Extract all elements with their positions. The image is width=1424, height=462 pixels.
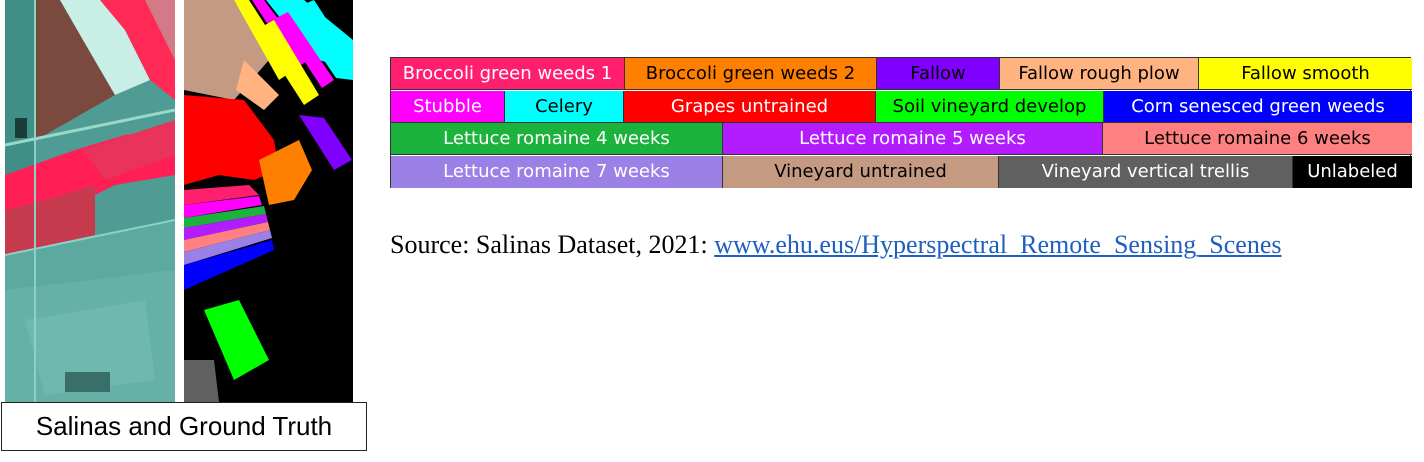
legend-cell: Vineyard untrained xyxy=(723,155,999,188)
legend-cell: Lettuce romaine 7 weeks xyxy=(391,155,723,188)
source-prefix: Source: Salinas Dataset, 2021: xyxy=(390,230,715,259)
legend-cell: Fallow smooth xyxy=(1199,58,1412,90)
legend-cell: Grapes untrained xyxy=(624,90,876,123)
figure-caption: Salinas and Ground Truth xyxy=(1,402,367,451)
legend-cell: Fallow rough plow xyxy=(1000,58,1199,90)
source-link[interactable]: www.ehu.eus/Hyperspectral_Remote_Sensing… xyxy=(714,230,1281,259)
legend-cell: Unlabeled xyxy=(1293,155,1412,188)
legend-row: Lettuce romaine 4 weeks Lettuce romaine 5… xyxy=(391,123,1412,155)
legend-row: Lettuce romaine 7 weeks Vineyard untraine… xyxy=(391,155,1412,188)
salinas-satellite-image xyxy=(5,0,175,402)
legend-cell: Vineyard vertical trellis xyxy=(999,155,1293,188)
legend-cell: Lettuce romaine 6 weeks xyxy=(1103,123,1412,155)
satellite-image-graphic xyxy=(5,0,175,402)
legend-row: Broccoli green weeds 1 Broccoli green wee… xyxy=(391,58,1412,90)
legend-cell: Stubble xyxy=(391,90,505,123)
legend-cell: Fallow xyxy=(877,58,1000,90)
class-legend-table: Broccoli green weeds 1 Broccoli green wee… xyxy=(390,57,1412,188)
legend-cell: Soil vineyard develop xyxy=(876,90,1104,123)
ground-truth-map xyxy=(184,0,353,402)
legend-cell: Corn senesced green weeds xyxy=(1104,90,1412,123)
legend-row: Stubble Celery Grapes untrained Soil vineya… xyxy=(391,90,1412,123)
legend-cell: Broccoli green weeds 2 xyxy=(625,58,877,90)
legend-cell: Celery xyxy=(505,90,624,123)
source-line: Source: Salinas Dataset, 2021: www.ehu.e… xyxy=(390,230,1282,260)
ground-truth-graphic xyxy=(184,0,353,402)
legend-cell: Lettuce romaine 5 weeks xyxy=(723,123,1103,155)
legend-cell: Lettuce romaine 4 weeks xyxy=(391,123,723,155)
legend-cell: Broccoli green weeds 1 xyxy=(391,58,625,90)
